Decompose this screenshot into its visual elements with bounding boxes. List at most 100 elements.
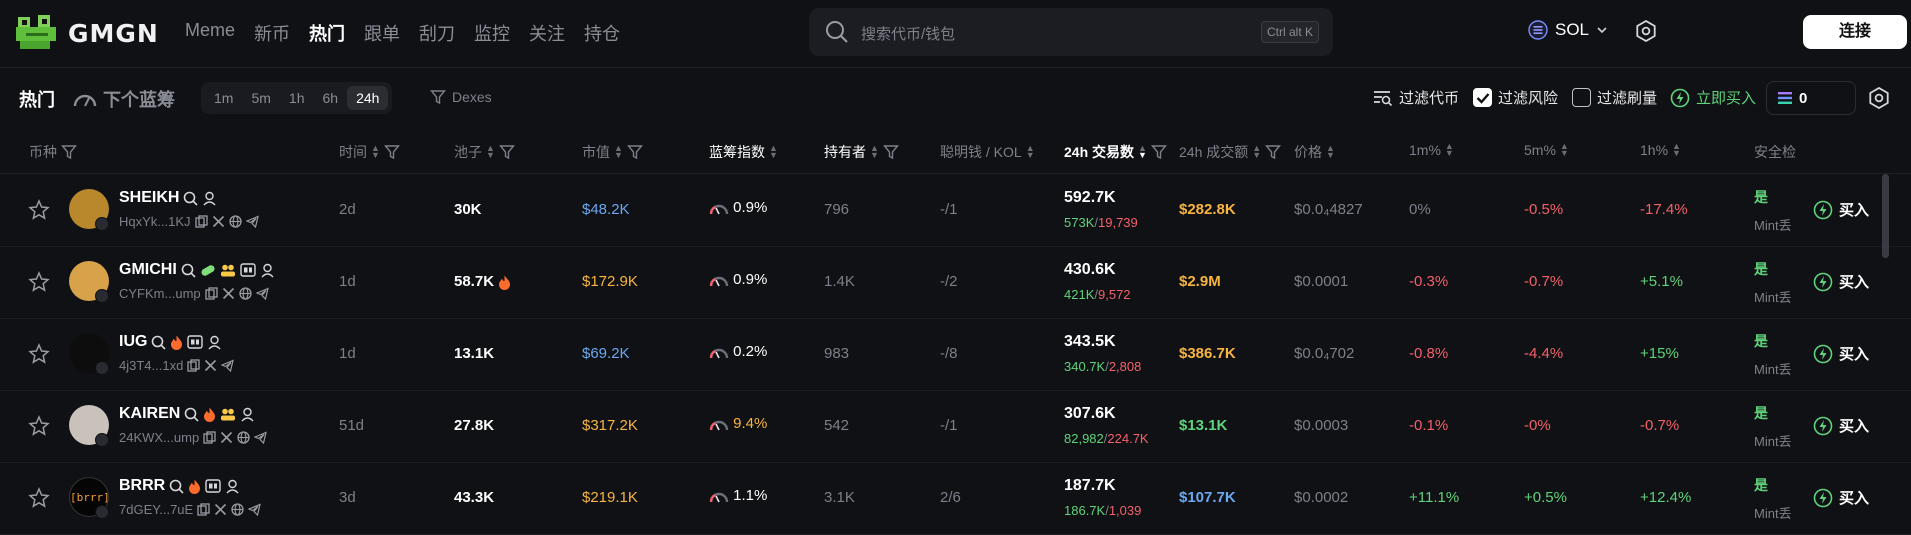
col-holders[interactable]: 持有者 ▲ ▼ bbox=[824, 142, 899, 162]
filter-icon[interactable] bbox=[498, 144, 515, 160]
filter-icon[interactable] bbox=[1265, 144, 1282, 160]
filter-icon[interactable] bbox=[61, 144, 77, 160]
filter-risk-checkbox[interactable] bbox=[1473, 88, 1492, 107]
col-bluechip-index[interactable]: 蓝筹指数 ▲ ▼ bbox=[709, 142, 778, 162]
filter-risk-toggle[interactable]: 过滤风险 bbox=[1473, 87, 1558, 108]
star-icon[interactable] bbox=[28, 343, 50, 365]
timeframe-24h[interactable]: 24h bbox=[347, 86, 389, 110]
brand-logo[interactable]: GMGN bbox=[14, 13, 159, 53]
star-icon[interactable] bbox=[28, 415, 50, 437]
buy-button[interactable]: 买入 bbox=[1813, 415, 1869, 436]
filter-wash-checkbox[interactable] bbox=[1572, 88, 1591, 107]
token-name[interactable]: GMICHI bbox=[119, 261, 275, 279]
col-24h-volume[interactable]: 24h 成交额 ▲ ▼ bbox=[1179, 142, 1282, 162]
x-twitter-icon[interactable] bbox=[220, 431, 233, 444]
filter-icon[interactable] bbox=[626, 144, 643, 160]
col-5m[interactable]: 5m% ▲ ▼ bbox=[1524, 142, 1569, 159]
col-market-cap[interactable]: 市值 ▲ ▼ bbox=[582, 142, 643, 162]
token-address[interactable]: 24KWX...ump bbox=[119, 430, 268, 445]
filter-icon[interactable] bbox=[882, 144, 899, 160]
pill-icon bbox=[201, 264, 215, 276]
globe-icon[interactable] bbox=[238, 287, 252, 300]
copy-icon[interactable] bbox=[187, 359, 200, 372]
telegram-icon[interactable] bbox=[248, 503, 262, 516]
star-icon[interactable] bbox=[28, 487, 50, 509]
nav-holdings[interactable]: 持仓 bbox=[584, 20, 620, 46]
table-row[interactable]: GMICHI CYFKm...ump 1d 58.7K $172.9K 0.9% 1.4… bbox=[0, 247, 1911, 319]
copy-icon[interactable] bbox=[194, 215, 208, 228]
copy-icon[interactable] bbox=[197, 503, 210, 516]
nav-copy-trade[interactable]: 跟单 bbox=[364, 20, 400, 46]
telegram-icon[interactable] bbox=[254, 431, 268, 444]
nav-monitor[interactable]: 监控 bbox=[474, 20, 510, 46]
timeframe-5m[interactable]: 5m bbox=[242, 86, 279, 110]
star-icon[interactable] bbox=[28, 199, 50, 221]
globe-icon[interactable] bbox=[237, 431, 250, 444]
token-name[interactable]: KAIREN bbox=[119, 405, 255, 423]
token-name[interactable]: IUG bbox=[119, 333, 222, 351]
token-change-1h: +12.4% bbox=[1640, 489, 1692, 506]
search-icon[interactable] bbox=[169, 479, 184, 494]
buy-now-toggle[interactable]: 立即买入 bbox=[1670, 87, 1756, 108]
globe-icon[interactable] bbox=[231, 503, 244, 516]
buy-button[interactable]: 买入 bbox=[1813, 271, 1869, 292]
token-name[interactable]: BRRR bbox=[119, 477, 240, 495]
token-address[interactable]: 4j3T4...1xd bbox=[119, 358, 235, 373]
col-1m[interactable]: 1m% ▲ ▼ bbox=[1409, 142, 1454, 159]
filter-wash-toggle[interactable]: 过滤刷量 bbox=[1572, 87, 1657, 108]
token-address[interactable]: 7dGEY...7uE bbox=[119, 502, 262, 517]
quick-buy-amount-input[interactable]: 0 bbox=[1766, 81, 1856, 115]
globe-icon[interactable] bbox=[228, 215, 242, 228]
x-twitter-icon[interactable] bbox=[222, 287, 235, 300]
dexes-filter[interactable]: Dexes bbox=[430, 89, 492, 105]
nav-new-tokens[interactable]: 新币 bbox=[254, 20, 290, 46]
table-scrollbar[interactable] bbox=[1882, 174, 1889, 258]
col-1h[interactable]: 1h% ▲ ▼ bbox=[1640, 142, 1681, 159]
col-time[interactable]: 时间 ▲ ▼ bbox=[339, 142, 400, 162]
search-icon[interactable] bbox=[181, 263, 196, 278]
table-row[interactable]: KAIREN 24KWX...ump 51d 27.8K $317.2K 9.4% 542… bbox=[0, 391, 1911, 463]
col-price[interactable]: 价格 ▲ ▼ bbox=[1294, 142, 1335, 162]
x-twitter-icon[interactable] bbox=[212, 215, 225, 228]
table-row[interactable]: IUG 4j3T4...1xd 1d 13.1K $69.2K 0.2% 983 -/8 34… bbox=[0, 319, 1911, 391]
timeframe-1m[interactable]: 1m bbox=[205, 86, 242, 110]
filter-token-button[interactable]: 过滤代币 bbox=[1373, 87, 1459, 108]
col-24h-txs[interactable]: 24h 交易数 ▲ ▼ bbox=[1064, 142, 1167, 162]
search-icon[interactable] bbox=[151, 335, 167, 350]
timeframe-6h[interactable]: 6h bbox=[313, 86, 347, 110]
nav-meme[interactable]: Meme bbox=[185, 20, 235, 46]
col-token[interactable]: 币种 bbox=[29, 142, 77, 162]
nav-sniper[interactable]: 刮刀 bbox=[419, 20, 455, 46]
connect-button[interactable]: 连接 bbox=[1803, 15, 1907, 49]
next-bluechip-tab[interactable]: 下个蓝筹 bbox=[73, 86, 175, 112]
buy-button[interactable]: 买入 bbox=[1813, 199, 1869, 220]
filter-icon[interactable] bbox=[1150, 144, 1167, 160]
token-name[interactable]: SHEIKH bbox=[119, 189, 217, 207]
settings-icon[interactable] bbox=[1868, 87, 1890, 109]
settings-icon[interactable] bbox=[1635, 20, 1657, 42]
col-pool[interactable]: 池子 ▲ ▼ bbox=[454, 142, 515, 162]
copy-icon[interactable] bbox=[204, 287, 218, 300]
timeframe-1h[interactable]: 1h bbox=[280, 86, 314, 110]
star-icon[interactable] bbox=[28, 271, 50, 293]
telegram-icon[interactable] bbox=[221, 359, 235, 372]
token-address[interactable]: HqxYk...1KJ bbox=[119, 214, 259, 229]
table-row[interactable]: SHEIKH HqxYk...1KJ 2d 30K $48.2K 0.9% 796 -/1 5… bbox=[0, 175, 1911, 247]
nav-follow[interactable]: 关注 bbox=[529, 20, 565, 46]
filter-icon[interactable] bbox=[383, 144, 400, 160]
table-row[interactable]: [brrr] BRRR 7dGEY...7uE 3d 43.3K $219.1K 1.1%… bbox=[0, 463, 1911, 535]
chain-selector[interactable]: SOL bbox=[1528, 20, 1608, 40]
telegram-icon[interactable] bbox=[245, 215, 259, 228]
copy-icon[interactable] bbox=[203, 431, 216, 444]
search-icon[interactable] bbox=[184, 407, 199, 422]
buy-button[interactable]: 买入 bbox=[1813, 487, 1869, 508]
search-bar[interactable]: 搜索代币/钱包 Ctrl alt K bbox=[809, 8, 1333, 56]
nav-trending[interactable]: 热门 bbox=[309, 20, 345, 46]
telegram-icon[interactable] bbox=[255, 287, 269, 300]
x-twitter-icon[interactable] bbox=[204, 359, 217, 372]
search-icon[interactable] bbox=[183, 191, 199, 206]
col-smart-money-kol[interactable]: 聪明钱 / KOL ▲ ▼ bbox=[940, 142, 1035, 162]
buy-button[interactable]: 买入 bbox=[1813, 343, 1869, 364]
token-address[interactable]: CYFKm...ump bbox=[119, 286, 269, 301]
x-twitter-icon[interactable] bbox=[214, 503, 227, 516]
